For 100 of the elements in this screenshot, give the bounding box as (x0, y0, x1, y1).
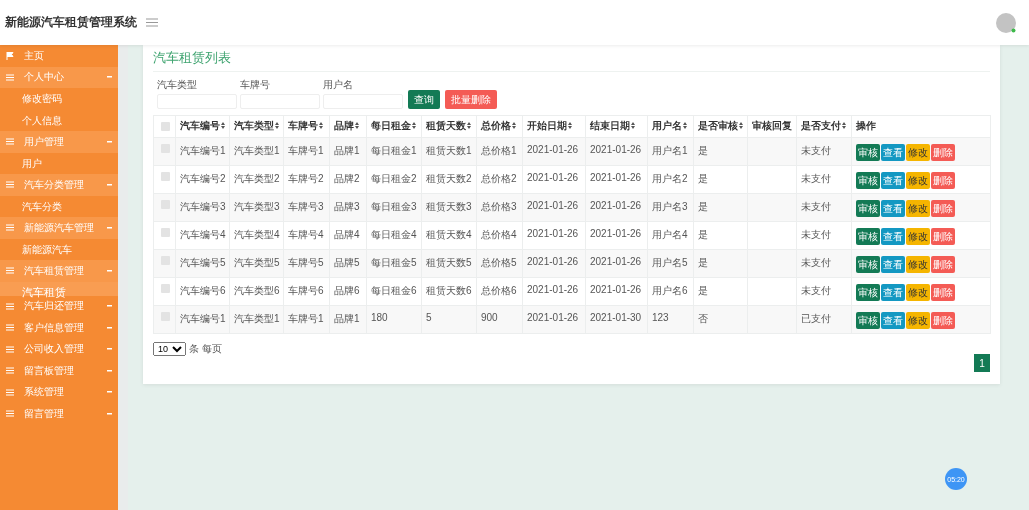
edit-button[interactable]: 修改 (906, 172, 930, 189)
expand-icon (107, 369, 112, 372)
list-icon (6, 345, 14, 353)
delete-button[interactable]: 删除 (931, 172, 955, 189)
table-cell: 否 (698, 313, 708, 324)
table-cell: 是 (698, 173, 708, 184)
menu-icon[interactable] (146, 18, 158, 27)
table-cell: 总价格5 (481, 257, 517, 268)
table-cell: 每日租金3 (371, 201, 417, 212)
page-size-select[interactable]: 10 (153, 342, 186, 356)
list-icon (6, 302, 14, 310)
column-header: 操作 (856, 120, 876, 131)
delete-button[interactable]: 删除 (931, 144, 955, 161)
edit-button[interactable]: 修改 (906, 228, 930, 245)
edit-button[interactable]: 修改 (906, 200, 930, 217)
table-cell: 租赁天数4 (426, 229, 472, 240)
view-button[interactable]: 查看 (881, 312, 905, 329)
table-cell: 未支付 (801, 201, 831, 212)
review-button[interactable]: 审核 (856, 312, 880, 329)
sidebar-item[interactable]: 新能源汽车管理 (0, 217, 118, 239)
edit-button[interactable]: 修改 (906, 256, 930, 273)
column-header: 用户名 (652, 120, 682, 131)
column-header: 审核回复 (752, 120, 792, 131)
table-cell: 品牌4 (334, 229, 360, 240)
review-button[interactable]: 审核 (856, 284, 880, 301)
checkbox[interactable] (161, 228, 170, 237)
table-cell: 汽车类型1 (234, 145, 280, 156)
table-cell: 已支付 (801, 313, 831, 324)
sidebar-subitem[interactable]: 用户 (0, 152, 118, 174)
table-cell: 2021-01-26 (590, 228, 642, 239)
page-size-label: 条 每页 (189, 342, 222, 356)
edit-button[interactable]: 修改 (906, 144, 930, 161)
review-button[interactable]: 审核 (856, 144, 880, 161)
view-button[interactable]: 查看 (881, 284, 905, 301)
table-cell: 租赁天数1 (426, 145, 472, 156)
column-header: 开始日期 (527, 120, 567, 131)
list-icon (6, 267, 14, 275)
field-label: 用户名 (323, 78, 354, 92)
sidebar-item[interactable]: 汽车租赁管理 (0, 260, 118, 282)
sidebar-subitem[interactable]: 新能源汽车 (0, 238, 118, 260)
table-cell: 用户名1 (652, 145, 688, 156)
column-header: 总价格 (481, 120, 511, 131)
table-cell: 每日租金1 (371, 145, 417, 156)
review-button[interactable]: 审核 (856, 228, 880, 245)
table-cell: 车牌号3 (288, 201, 324, 212)
sidebar-item[interactable]: 汽车分类管理 (0, 174, 118, 196)
delete-button[interactable]: 删除 (931, 284, 955, 301)
sidebar-item[interactable]: 主页 (0, 45, 118, 67)
collapse-icon (107, 226, 112, 229)
sidebar-subitem[interactable]: 修改密码 (0, 88, 118, 110)
table-cell: 汽车编号6 (180, 285, 226, 296)
column-header: 品牌 (334, 120, 354, 131)
view-button[interactable]: 查看 (881, 172, 905, 189)
view-button[interactable]: 查看 (881, 256, 905, 273)
table-cell: 900 (481, 312, 498, 323)
table-cell: 5 (426, 312, 432, 323)
list-icon (6, 410, 14, 418)
table-cell: 汽车编号1 (180, 313, 226, 324)
view-button[interactable]: 查看 (881, 228, 905, 245)
sidebar-item[interactable]: 用户管理 (0, 131, 118, 153)
table-cell: 品牌1 (334, 313, 360, 324)
sidebar-item[interactable]: 留言管理 (0, 403, 118, 425)
avatar-icon[interactable] (995, 11, 1017, 34)
checkbox[interactable] (161, 172, 170, 181)
table-cell: 2021-01-30 (590, 312, 642, 323)
sidebar-item[interactable]: 客户信息管理 (0, 317, 118, 339)
sidebar-item[interactable]: 公司收入管理 (0, 338, 118, 360)
view-button[interactable]: 查看 (881, 200, 905, 217)
edit-button[interactable]: 修改 (906, 284, 930, 301)
page-button[interactable]: 1 (974, 354, 990, 372)
table-cell: 汽车类型2 (234, 173, 280, 184)
sidebar-item[interactable]: 系统管理 (0, 381, 118, 403)
column-header: 是否审核 (698, 120, 738, 131)
table-cell: 车牌号1 (288, 313, 324, 324)
sidebar-item[interactable]: 个人中心 (0, 66, 118, 88)
table-cell: 汽车编号3 (180, 201, 226, 212)
sidebar-subitem[interactable]: 个人信息 (0, 109, 118, 131)
field-label: 汽车类型 (157, 78, 198, 92)
checkbox[interactable] (161, 122, 170, 131)
delete-button[interactable]: 删除 (931, 312, 955, 329)
delete-button[interactable]: 删除 (931, 228, 955, 245)
table-cell: 是 (698, 229, 708, 240)
collapse-icon (107, 140, 112, 143)
sidebar-subitem[interactable]: 汽车分类 (0, 195, 118, 217)
edit-button[interactable]: 修改 (906, 312, 930, 329)
review-button[interactable]: 审核 (856, 200, 880, 217)
table-cell: 未支付 (801, 173, 831, 184)
review-button[interactable]: 审核 (856, 256, 880, 273)
delete-button[interactable]: 删除 (931, 256, 955, 273)
review-button[interactable]: 审核 (856, 172, 880, 189)
expand-icon (107, 326, 112, 329)
table-cell: 租赁天数6 (426, 285, 472, 296)
view-button[interactable]: 查看 (881, 144, 905, 161)
checkbox[interactable] (161, 284, 170, 293)
column-header: 租赁天数 (426, 120, 466, 131)
table-cell: 汽车编号1 (180, 145, 226, 156)
sidebar-item[interactable]: 留言板管理 (0, 360, 118, 382)
batch-delete-button[interactable]: 批量删除 (445, 90, 497, 109)
search-button[interactable]: 查询 (408, 90, 440, 109)
delete-button[interactable]: 删除 (931, 200, 955, 217)
